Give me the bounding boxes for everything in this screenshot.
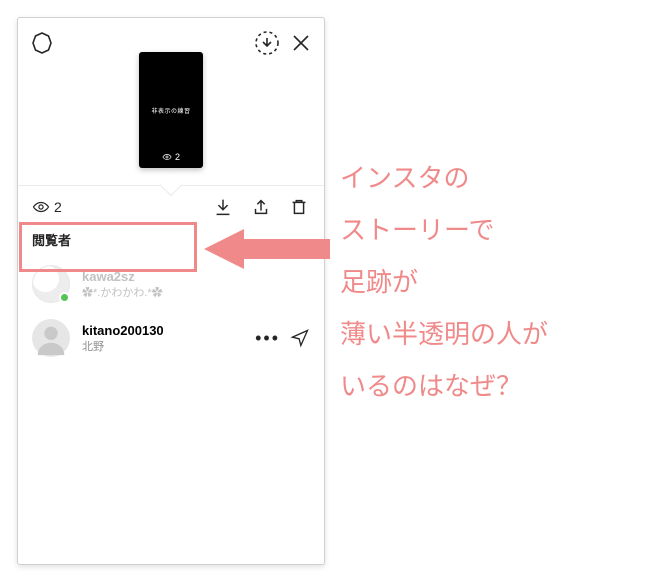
story-thumbnail-zone: 非表示の練習 2 [18,68,324,186]
viewers-section-title: 閲覧者 [18,224,324,257]
viewer-username: kawa2sz [82,269,310,284]
annotation-line: インスタの [340,152,650,204]
viewers-count-number: 2 [54,199,62,215]
viewer-displayname: ✿*.かわかわ.*✿ [82,284,310,300]
phone-panel: 非表示の練習 2 2 [17,17,325,565]
more-icon[interactable]: ••• [255,329,280,347]
avatar[interactable] [32,319,70,357]
annotation-line: 足跡が [340,256,650,308]
person-icon [32,319,70,357]
close-icon[interactable] [290,32,312,54]
viewer-username: kitano200130 [82,323,243,338]
thumbnail-caption: 非表示の練習 [151,106,190,115]
send-icon[interactable] [290,328,310,348]
trash-icon[interactable] [288,196,310,218]
viewer-displayname: 北野 [82,338,243,354]
annotation-line: ストーリーで [340,204,650,256]
avatar[interactable] [32,265,70,303]
annotation-line: いるのはなぜ？ [340,360,650,412]
thumbnail-view-count: 2 [162,152,180,162]
viewers-count: 2 [32,198,62,216]
viewer-row[interactable]: kitano200130 北野 ••• [18,311,324,365]
annotation-text: インスタの ストーリーで 足跡が 薄い半透明の人が いるのはなぜ？ [340,152,650,412]
eye-icon [32,198,50,216]
share-icon[interactable] [250,196,272,218]
download-icon[interactable] [212,196,234,218]
viewer-row[interactable]: kawa2sz ✿*.かわかわ.*✿ [18,257,324,311]
thumbnail-view-number: 2 [175,152,180,162]
settings-icon[interactable] [30,31,54,55]
story-thumbnail[interactable]: 非表示の練習 2 [139,52,203,168]
presence-dot [59,292,70,303]
annotation-line: 薄い半透明の人が [340,308,650,360]
save-highlight-icon[interactable] [254,30,280,56]
